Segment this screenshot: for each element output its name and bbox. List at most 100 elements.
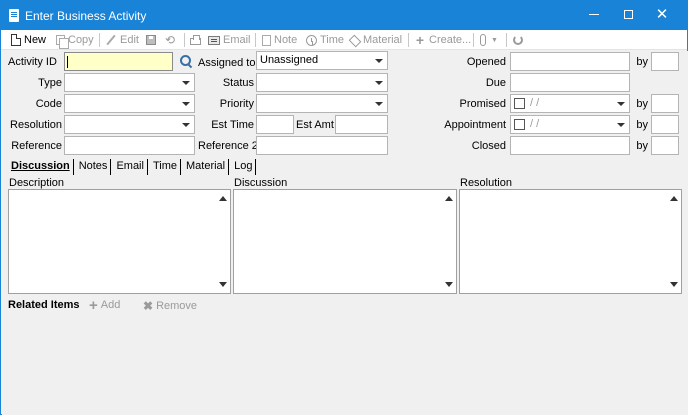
est-amt-label: Est Amt [296,119,334,131]
refresh-button[interactable] [513,32,526,48]
copy-label: Copy [68,34,94,46]
reference-field[interactable] [64,136,195,155]
scroll-up-icon[interactable] [445,196,453,201]
reference2-label: Reference 2 [198,140,258,152]
plus-icon: + [89,296,98,314]
add-label: Add [100,299,121,311]
chevron-down-icon [182,81,190,85]
scroll-up-icon[interactable] [670,196,678,201]
resolution-scrollbar[interactable] [667,190,681,293]
undo-button[interactable]: ⟲ [165,32,180,48]
resolution-select[interactable] [64,115,195,134]
email-button[interactable]: Email [208,32,251,48]
discussion-textarea[interactable] [233,189,457,294]
type-select[interactable] [64,73,195,92]
promised-checkbox[interactable] [514,98,525,109]
remove-related-button[interactable]: ✖ Remove [143,299,197,313]
note-icon [262,34,271,46]
status-select[interactable] [256,73,388,92]
closed-label: Closed [471,140,506,152]
scroll-down-icon[interactable] [219,282,227,287]
tab-discussion[interactable]: Discussion [8,159,74,175]
tab-material[interactable]: Material [183,159,230,175]
promised-label: Promised [459,98,506,110]
title-bar[interactable]: Enter Business Activity ✕ [1,1,687,30]
attach-button[interactable]: ▼ [480,32,498,48]
description-textarea[interactable] [8,189,231,294]
new-button[interactable]: New [11,32,46,48]
appointment-date-value: / / [530,118,540,130]
print-button[interactable] [190,32,204,48]
new-label: New [24,34,47,46]
remove-icon: ✖ [143,299,154,313]
window-title: Enter Business Activity [25,9,147,23]
close-button[interactable]: ✕ [645,1,679,30]
est-amt-field[interactable] [335,115,388,134]
edit-button[interactable]: Edit [105,32,139,48]
tab-time[interactable]: Time [150,159,181,175]
chevron-down-icon [617,102,625,106]
app-window: Enter Business Activity ✕ New Copy Edit … [0,0,688,415]
reference2-field[interactable] [256,136,388,155]
appointment-checkbox[interactable] [514,119,525,130]
code-select[interactable] [64,94,195,113]
note-button[interactable]: Note [262,32,297,48]
assigned-to-select[interactable]: Unassigned [256,51,388,70]
opened-by-field[interactable] [651,52,679,71]
chevron-down-icon: ▼ [491,36,498,44]
description-scrollbar[interactable] [216,190,230,293]
assigned-to-value: Unassigned [260,54,319,66]
opened-field[interactable] [510,52,630,71]
related-items-title: Related Items [8,299,80,311]
est-time-label: Est Time [211,119,254,131]
discussion-scrollbar[interactable] [442,190,456,293]
scroll-up-icon[interactable] [219,196,227,201]
chevron-down-icon [375,59,383,63]
scroll-down-icon[interactable] [445,282,453,287]
email-icon [208,35,220,45]
remove-label: Remove [156,300,198,312]
add-related-button[interactable]: + Add [89,296,121,314]
priority-select[interactable] [256,94,388,113]
toolbar-separator [473,33,474,47]
email-label: Email [223,34,251,46]
promised-date-picker[interactable]: / / [510,94,630,113]
clock-icon [306,34,317,46]
closed-by-field[interactable] [651,136,679,155]
note-label: Note [274,34,298,46]
tab-email[interactable]: Email [113,159,148,175]
create-button[interactable]: + Create... [414,32,471,48]
save-icon [146,35,156,45]
paperclip-icon [480,34,486,46]
maximize-button[interactable] [611,1,645,30]
chevron-down-icon [375,81,383,85]
closed-by-label: by [636,140,648,152]
tab-notes[interactable]: Notes [76,159,112,175]
code-label: Code [35,98,62,110]
due-field[interactable] [510,73,630,92]
tab-log[interactable]: Log [231,159,257,175]
time-label: Time [320,34,345,46]
est-time-field[interactable] [256,115,294,134]
closed-field[interactable] [510,136,630,155]
promised-by-field[interactable] [651,94,679,113]
appointment-by-field[interactable] [651,115,679,134]
resolution-label: Resolution [10,119,62,131]
copy-button[interactable]: Copy [56,32,94,49]
resolution-textarea[interactable] [459,189,682,294]
appointment-date-picker[interactable]: / / [510,115,630,134]
chevron-down-icon [617,123,625,127]
form-body: Activity ID Assigned to Unassigned Opene… [2,51,688,415]
save-button[interactable] [146,32,159,48]
activity-id-field[interactable] [64,52,173,71]
print-icon [190,35,201,45]
minimize-button[interactable] [577,1,611,30]
opened-by-label: by [636,56,648,68]
scroll-down-icon[interactable] [670,282,678,287]
material-button[interactable]: Material [348,32,402,48]
app-icon [9,9,19,22]
search-icon[interactable] [180,55,192,67]
text-caret [67,56,68,68]
assigned-to-label: Assigned to [198,57,256,69]
time-button[interactable]: Time [306,32,344,48]
